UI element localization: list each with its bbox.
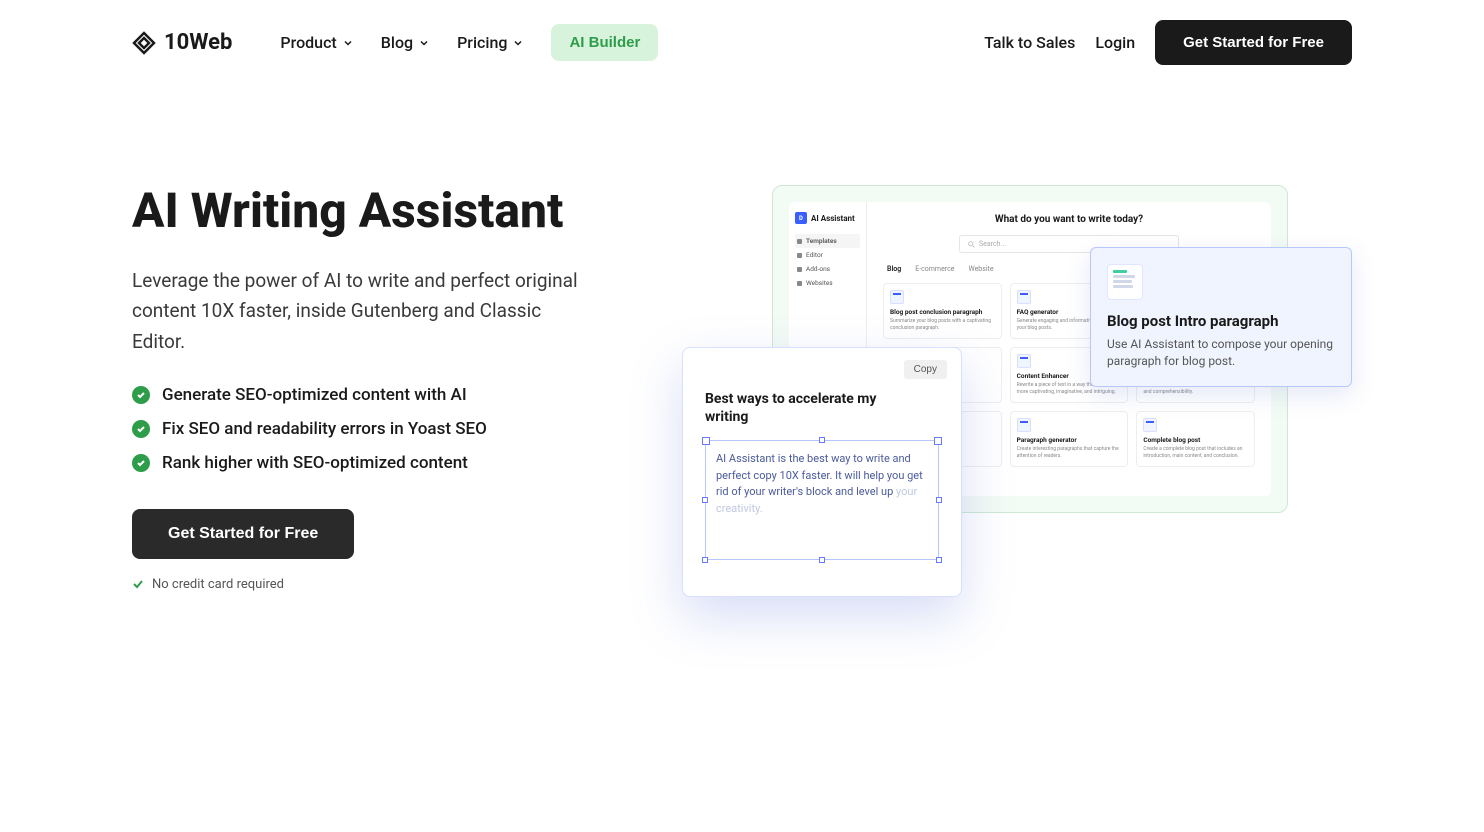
- editor-panel: Copy Best ways to accelerate my writing …: [682, 347, 962, 597]
- card-desc: Create interesting paragraphs that captu…: [1017, 446, 1122, 459]
- tooltip-desc: Use AI Assistant to compose your opening…: [1107, 336, 1335, 370]
- no-credit-text: No credit card required: [152, 577, 284, 592]
- sidebar-item-websites[interactable]: Websites: [795, 276, 860, 290]
- resize-handle[interactable]: [819, 557, 825, 563]
- card-title: Complete blog post: [1143, 436, 1248, 444]
- nav-pricing[interactable]: Pricing: [457, 33, 523, 52]
- check-icon: [132, 420, 150, 438]
- dot-icon: [797, 267, 802, 272]
- hero-cta-button[interactable]: Get Started for Free: [132, 509, 354, 559]
- template-card[interactable]: Complete blog post Create a complete blog…: [1136, 411, 1255, 467]
- nav-blog[interactable]: Blog: [381, 33, 429, 52]
- card-desc: Summarize your blog posts with a captiva…: [890, 318, 995, 331]
- editor-text: AI Assistant is the best way to write an…: [716, 452, 923, 498]
- editor-title: Best ways to accelerate my writing: [705, 390, 885, 426]
- sidebar-label: Add-ons: [806, 265, 830, 273]
- resize-handle[interactable]: [936, 557, 942, 563]
- resize-handle[interactable]: [936, 497, 942, 503]
- template-card[interactable]: Paragraph generator Create interesting pa…: [1010, 411, 1129, 467]
- sidebar-item-addons[interactable]: Add-ons: [795, 262, 860, 276]
- page-title: AI Writing Assistant: [132, 185, 692, 238]
- logo-text: 10Web: [164, 30, 232, 55]
- check-icon: [132, 454, 150, 472]
- resize-handle[interactable]: [702, 497, 708, 503]
- check-icon: [132, 578, 144, 590]
- header-cta-button[interactable]: Get Started for Free: [1155, 20, 1352, 65]
- doc-icon: [890, 290, 904, 304]
- doc-icon: [1017, 354, 1031, 368]
- check-icon: [132, 386, 150, 404]
- sidebar-item-editor[interactable]: Editor: [795, 248, 860, 262]
- sidebar-label: Websites: [806, 279, 833, 287]
- tab-ecommerce[interactable]: E-commerce: [915, 265, 954, 273]
- doc-icon: [1143, 418, 1157, 432]
- logo[interactable]: 10Web: [132, 30, 232, 55]
- ai-builder-button[interactable]: AI Builder: [551, 24, 658, 61]
- dot-icon: [797, 253, 802, 258]
- feature-item: Rank higher with SEO-optimized content: [132, 453, 692, 473]
- tab-website[interactable]: Website: [968, 265, 993, 273]
- hero-illustration: D AI Assistant Templates Editor Add-ons …: [732, 185, 1352, 592]
- card-desc: Create a complete blog post that include…: [1143, 446, 1248, 459]
- resize-handle[interactable]: [702, 557, 708, 563]
- template-card[interactable]: Blog post conclusion paragraph Summarize …: [883, 283, 1002, 339]
- logo-icon: [132, 31, 156, 55]
- sidebar-label: Editor: [806, 251, 823, 259]
- dot-icon: [797, 281, 802, 286]
- main-nav: Product Blog Pricing AI Builder: [280, 24, 658, 61]
- page-description: Leverage the power of AI to write and pe…: [132, 266, 592, 357]
- text-selection-box[interactable]: AI Assistant is the best way to write an…: [705, 440, 939, 560]
- nav-product[interactable]: Product: [280, 33, 352, 52]
- sidebar-label: Templates: [806, 237, 837, 245]
- login-link[interactable]: Login: [1095, 33, 1135, 52]
- search-icon: [968, 241, 975, 248]
- chevron-down-icon: [419, 38, 429, 48]
- sidebar-title: AI Assistant: [811, 214, 855, 223]
- feature-item: Generate SEO-optimized content with AI: [132, 385, 692, 405]
- sidebar-item-templates[interactable]: Templates: [795, 234, 860, 248]
- ai-assistant-icon: D: [795, 212, 807, 224]
- search-placeholder: Search...: [979, 240, 1006, 248]
- doc-icon: [1017, 290, 1031, 304]
- card-title: Paragraph generator: [1017, 436, 1122, 444]
- card-title: Blog post conclusion paragraph: [890, 308, 995, 316]
- chevron-down-icon: [513, 38, 523, 48]
- feature-text: Rank higher with SEO-optimized content: [162, 453, 468, 473]
- dot-icon: [797, 239, 802, 244]
- tooltip-card: Blog post Intro paragraph Use AI Assista…: [1090, 247, 1352, 387]
- panel-heading: What do you want to write today?: [883, 214, 1255, 225]
- resize-handle[interactable]: [819, 437, 825, 443]
- nav-label: Product: [280, 33, 336, 52]
- feature-item: Fix SEO and readability errors in Yoast …: [132, 419, 692, 439]
- copy-button[interactable]: Copy: [904, 360, 947, 379]
- feature-text: Generate SEO-optimized content with AI: [162, 385, 467, 405]
- paragraph-icon: [1107, 264, 1143, 300]
- feature-text: Fix SEO and readability errors in Yoast …: [162, 419, 487, 439]
- feature-list: Generate SEO-optimized content with AI F…: [132, 385, 692, 473]
- chevron-down-icon: [343, 38, 353, 48]
- doc-icon: [1017, 418, 1031, 432]
- tooltip-title: Blog post Intro paragraph: [1107, 312, 1335, 330]
- tab-blog[interactable]: Blog: [887, 265, 901, 273]
- no-credit-note: No credit card required: [132, 577, 692, 592]
- nav-label: Pricing: [457, 33, 507, 52]
- nav-label: Blog: [381, 33, 413, 52]
- talk-to-sales-link[interactable]: Talk to Sales: [984, 33, 1075, 52]
